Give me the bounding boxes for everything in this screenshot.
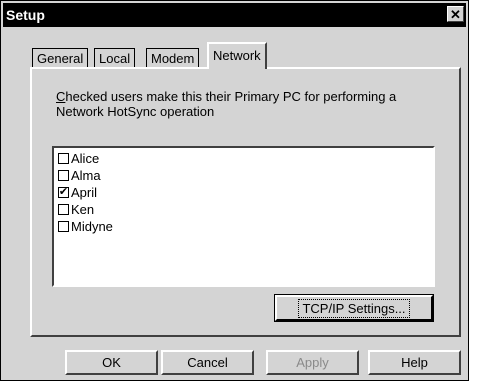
user-name: Midyne — [71, 218, 113, 234]
checkbox-ken[interactable] — [58, 203, 69, 215]
tab-local[interactable]: Local — [94, 48, 136, 68]
list-item[interactable]: Midyne — [58, 218, 113, 234]
window-title: Setup — [6, 7, 45, 23]
title-bar[interactable]: Setup ✕ — [3, 3, 466, 27]
close-button[interactable]: ✕ — [447, 6, 464, 22]
checkbox-alice[interactable] — [58, 152, 69, 164]
user-name: April — [71, 184, 98, 200]
cancel-button[interactable]: Cancel — [161, 350, 254, 375]
apply-button[interactable]: Apply — [266, 350, 359, 375]
tab-modem[interactable]: Modem — [146, 48, 200, 68]
user-name: Alma — [71, 167, 101, 183]
ok-button[interactable]: OK — [65, 350, 158, 375]
check-mark-icon: ✔ — [58, 185, 69, 198]
checkbox-alma[interactable] — [58, 169, 69, 181]
description-line2: Network HotSync operation — [56, 104, 215, 119]
checkbox-midyne[interactable] — [58, 220, 69, 232]
list-item[interactable]: Alma — [58, 167, 101, 183]
list-item[interactable]: ✔ April — [58, 184, 97, 200]
user-list[interactable]: Alice Alma ✔ April Ken Midyne — [52, 146, 435, 287]
description-text: Checked users make this their Primary PC… — [56, 89, 436, 119]
tcpip-settings-label: TCP/IP Settings... — [298, 298, 410, 318]
help-button[interactable]: Help — [368, 350, 461, 375]
user-name: Alice — [71, 150, 100, 166]
tab-general[interactable]: General — [32, 48, 89, 68]
list-item[interactable]: Ken — [58, 201, 94, 217]
tcpip-settings-button[interactable]: TCP/IP Settings... — [274, 294, 434, 322]
list-item[interactable]: Alice — [58, 150, 99, 166]
tab-network[interactable]: Network — [207, 42, 267, 69]
description-line1: hecked users make this their Primary PC … — [65, 89, 397, 104]
description-access-key: C — [56, 89, 66, 104]
close-icon: ✕ — [450, 6, 461, 22]
user-name: Ken — [71, 201, 95, 217]
checkbox-april[interactable]: ✔ — [58, 185, 69, 198]
